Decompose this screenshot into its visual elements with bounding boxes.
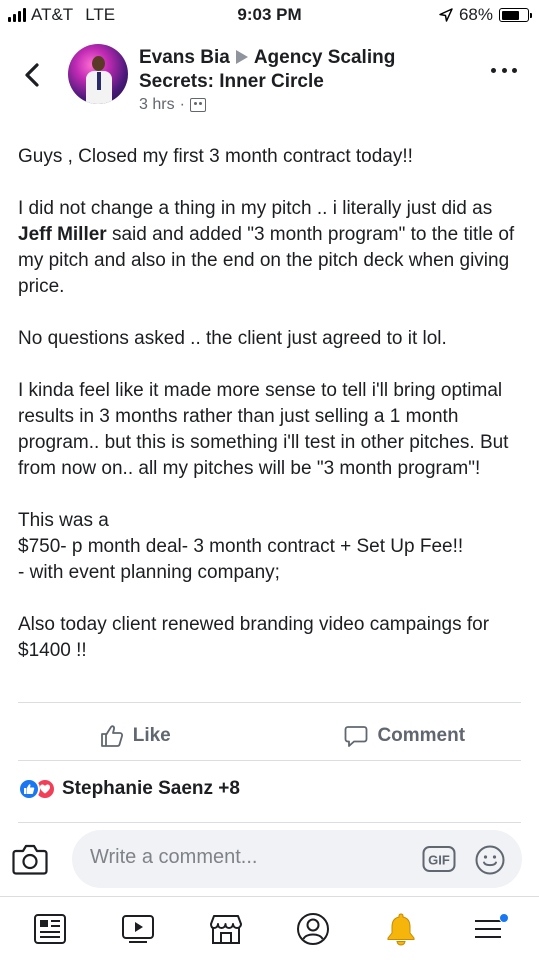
post-paragraph: Guys , Closed my first 3 month contract … <box>18 146 413 167</box>
menu-badge-dot <box>499 912 510 923</box>
like-reaction-icon <box>18 778 40 800</box>
tab-news-feed[interactable] <box>26 905 74 953</box>
watch-video-icon <box>121 914 154 943</box>
arrow-right-icon <box>235 50 248 64</box>
profile-icon <box>297 912 330 945</box>
group-privacy-icon <box>189 98 206 112</box>
battery-fill <box>501 10 519 20</box>
battery-percent: 68% <box>458 5 493 24</box>
back-arrow-icon[interactable] <box>18 60 48 90</box>
battery-icon <box>499 8 532 22</box>
post-meta: 3 hrs · <box>139 96 206 114</box>
camera-icon[interactable] <box>12 842 48 876</box>
svg-text:GIF: GIF <box>428 853 450 868</box>
bottom-tab-bar <box>0 896 539 960</box>
tab-notifications[interactable] <box>377 905 425 953</box>
more-options-button[interactable] <box>491 68 517 78</box>
post-paragraph: Also today client renewed branding video… <box>18 614 490 661</box>
location-arrow-icon <box>439 8 453 22</box>
divider <box>18 760 521 761</box>
post-paragraph: I kinda feel like it made more sense to … <box>18 380 509 479</box>
post-actions: Like Comment <box>0 714 539 758</box>
avatar[interactable] <box>68 44 128 104</box>
comment-button[interactable]: Comment <box>270 714 539 758</box>
tab-profile[interactable] <box>289 905 337 953</box>
post-paragraph: I did not change a thing in my pitch .. … <box>18 198 515 297</box>
tab-watch[interactable] <box>114 905 162 953</box>
marketplace-icon <box>209 914 242 944</box>
status-bar: AT&T LTE 9:03 PM 68% <box>0 0 539 32</box>
notification-bell-icon <box>387 912 415 946</box>
comment-composer: Write a comment... GIF <box>0 828 539 890</box>
post-body: Guys , Closed my first 3 month contract … <box>18 144 524 690</box>
like-label: Like <box>132 725 171 746</box>
post-paragraph: No questions asked .. the client just ag… <box>18 328 447 349</box>
reactions-summary[interactable]: Stephanie Saenz +8 <box>18 776 240 802</box>
mention-link[interactable]: Jeff Miller <box>18 224 107 245</box>
emoji-icon[interactable] <box>474 844 506 876</box>
gif-icon[interactable]: GIF <box>422 845 456 873</box>
news-feed-icon <box>33 913 66 944</box>
like-button[interactable]: Like <box>0 714 270 758</box>
thumbs-up-icon <box>100 725 123 747</box>
reaction-names[interactable]: Stephanie Saenz +8 <box>62 778 240 800</box>
post-timestamp[interactable]: 3 hrs <box>139 96 175 114</box>
status-right: 68% <box>439 5 532 25</box>
comment-label: Comment <box>377 725 466 746</box>
post-header: Evans Bia Agency Scaling Secrets: Inner C… <box>0 40 539 122</box>
divider <box>18 702 521 703</box>
post-title: Evans Bia Agency Scaling Secrets: Inner C… <box>139 46 459 94</box>
meta-separator: · <box>179 96 185 113</box>
comment-bubble-icon <box>345 726 368 747</box>
tab-menu[interactable] <box>465 905 513 953</box>
post-paragraph: This was a $750- p month deal- 3 month c… <box>18 510 464 583</box>
divider <box>18 822 521 823</box>
tab-marketplace[interactable] <box>202 905 250 953</box>
author-name[interactable]: Evans Bia <box>139 47 230 68</box>
